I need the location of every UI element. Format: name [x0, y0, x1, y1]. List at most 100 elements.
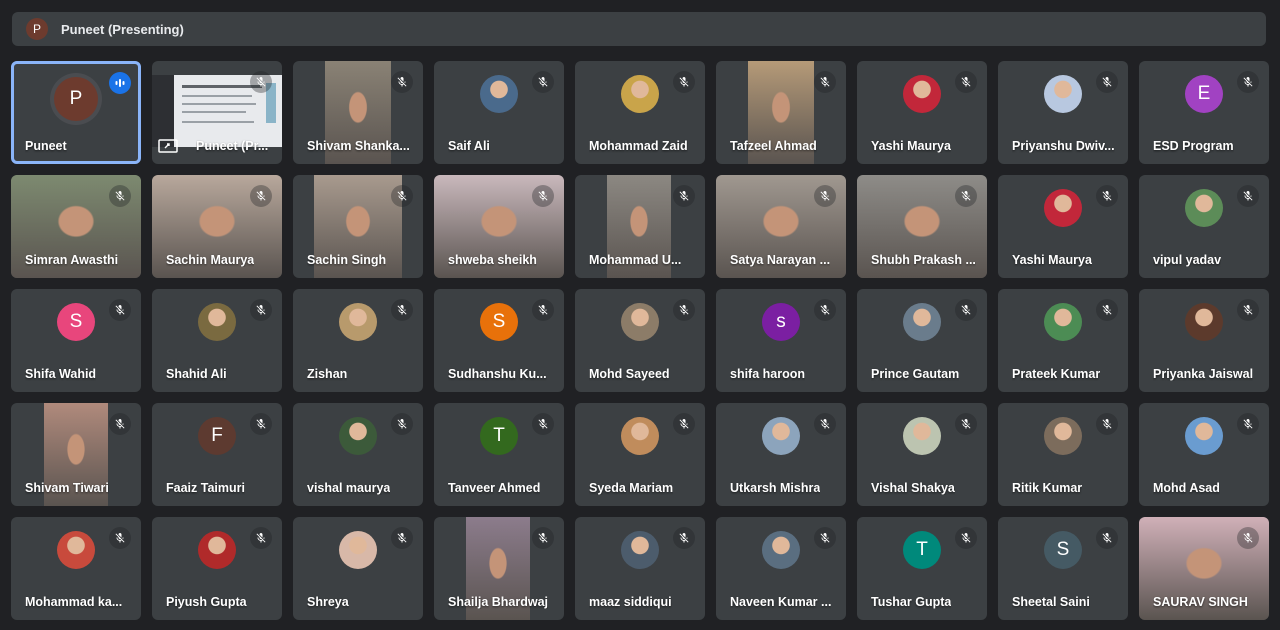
participant-tile[interactable]: S Shifa Wahid	[11, 289, 141, 392]
participant-photo	[198, 302, 236, 341]
participant-name: Yashi Maurya	[871, 139, 951, 153]
participant-tile[interactable]: Zishan	[293, 289, 423, 392]
participant-tile[interactable]: Satya Narayan ...	[716, 175, 846, 278]
participant-avatar: S	[480, 302, 518, 341]
participant-avatar: s	[762, 302, 800, 341]
participant-tile[interactable]: SAURAV SINGH	[1139, 517, 1269, 620]
mic-off-icon	[391, 185, 413, 207]
participant-tile[interactable]: Shivam Shanka...	[293, 61, 423, 164]
participant-photo	[57, 530, 95, 569]
participant-name: Zishan	[307, 367, 348, 381]
mic-off-icon	[814, 413, 836, 435]
participant-name: Shailja Bhardwaj	[448, 595, 549, 609]
participant-photo	[903, 74, 941, 113]
participant-name: shweba sheikh	[448, 253, 537, 267]
participant-name: Tafzeel Ahmad	[730, 139, 817, 153]
participant-tile[interactable]: Shahid Ali	[152, 289, 282, 392]
participant-avatar: P	[54, 77, 98, 122]
participant-tile[interactable]: Sachin Singh	[293, 175, 423, 278]
participant-name: vishal maurya	[307, 481, 391, 495]
participant-tile[interactable]: vipul yadav	[1139, 175, 1269, 278]
participant-avatar: T	[480, 416, 518, 455]
participant-tile[interactable]: Mohammad U...	[575, 175, 705, 278]
mic-off-icon	[814, 71, 836, 93]
mic-off-icon	[673, 71, 695, 93]
mic-off-icon	[532, 527, 554, 549]
participant-tile[interactable]: Shreya	[293, 517, 423, 620]
participant-tile[interactable]: Shubh Prakash ...	[857, 175, 987, 278]
participant-name: Prince Gautam	[871, 367, 960, 381]
participant-name: Naveen Kumar ...	[730, 595, 832, 609]
participant-name: Shifa Wahid	[25, 367, 97, 381]
participant-tile[interactable]: Priyanka Jaiswal	[1139, 289, 1269, 392]
mic-off-icon	[391, 71, 413, 93]
participant-tile[interactable]: s shifa haroon	[716, 289, 846, 392]
participant-name: SAURAV SINGH	[1153, 595, 1248, 609]
participant-tile[interactable]: shweba sheikh	[434, 175, 564, 278]
participant-tile[interactable]: S Sudhanshu Ku...	[434, 289, 564, 392]
participant-photo	[1044, 302, 1082, 341]
mic-off-icon	[109, 299, 131, 321]
participant-tile[interactable]: Mohd Sayeed	[575, 289, 705, 392]
participant-name: Tushar Gupta	[871, 595, 952, 609]
participant-tile[interactable]: Saif Ali	[434, 61, 564, 164]
participant-tile[interactable]: Simran Awasthi	[11, 175, 141, 278]
participant-tile[interactable]: Syeda Mariam	[575, 403, 705, 506]
presenting-title: Puneet (Presenting)	[61, 21, 184, 37]
participant-tile[interactable]: Yashi Maurya	[998, 175, 1128, 278]
participant-tile[interactable]: Tafzeel Ahmad	[716, 61, 846, 164]
participant-photo	[480, 74, 518, 113]
participant-name: Shreya	[307, 595, 349, 609]
participant-tile[interactable]: Ritik Kumar	[998, 403, 1128, 506]
mic-off-icon	[814, 185, 836, 207]
participant-photo	[621, 74, 659, 113]
participant-tile[interactable]: Mohammad ka...	[11, 517, 141, 620]
participant-tile[interactable]: Puneet (Pr...	[152, 61, 282, 164]
participant-tile[interactable]: Mohammad Zaid	[575, 61, 705, 164]
participant-name: Priyanka Jaiswal	[1153, 367, 1254, 381]
mic-off-icon	[391, 413, 413, 435]
participant-tile[interactable]: Yashi Maurya	[857, 61, 987, 164]
participant-photo	[339, 302, 377, 341]
participant-tile[interactable]: P Puneet	[11, 61, 141, 164]
participant-photo	[1044, 416, 1082, 455]
participant-tile[interactable]: Shailja Bhardwaj	[434, 517, 564, 620]
participant-tile[interactable]: Priyanshu Dwiv...	[998, 61, 1128, 164]
audio-muted-icon	[250, 71, 272, 93]
participant-tile[interactable]: Shivam Tiwari	[11, 403, 141, 506]
participant-tile[interactable]: Utkarsh Mishra	[716, 403, 846, 506]
participant-tile[interactable]: vishal maurya	[293, 403, 423, 506]
mic-off-icon	[532, 413, 554, 435]
participant-tile[interactable]: E ESD Program	[1139, 61, 1269, 164]
participant-photo	[621, 416, 659, 455]
participant-photo	[1044, 74, 1082, 113]
mic-off-icon	[391, 527, 413, 549]
participant-photo	[762, 530, 800, 569]
participant-tile[interactable]: Mohd Asad	[1139, 403, 1269, 506]
participant-tile[interactable]: T Tushar Gupta	[857, 517, 987, 620]
participant-tile[interactable]: Prince Gautam	[857, 289, 987, 392]
participant-tile[interactable]: F Faaiz Taimuri	[152, 403, 282, 506]
participant-avatar: E	[1185, 74, 1223, 113]
participant-photo	[1044, 188, 1082, 227]
participant-name: Ritik Kumar	[1012, 481, 1083, 495]
participant-tile[interactable]: Piyush Gupta	[152, 517, 282, 620]
participant-name: Sudhanshu Ku...	[448, 367, 547, 381]
participant-tile[interactable]: T Tanveer Ahmed	[434, 403, 564, 506]
participant-name: shifa haroon	[730, 367, 806, 381]
participant-name: Faaiz Taimuri	[166, 481, 245, 495]
participant-avatar: S	[1044, 530, 1082, 569]
participant-tile[interactable]: Vishal Shakya	[857, 403, 987, 506]
participant-name: Shubh Prakash ...	[871, 253, 976, 267]
mic-off-icon	[1096, 527, 1118, 549]
presenter-avatar: P	[26, 18, 48, 40]
participant-tile[interactable]: Naveen Kumar ...	[716, 517, 846, 620]
mic-off-icon	[1096, 299, 1118, 321]
participant-photo	[198, 530, 236, 569]
participant-tile[interactable]: S Sheetal Saini	[998, 517, 1128, 620]
presenting-bar[interactable]: P Puneet (Presenting)	[12, 12, 1266, 46]
participant-name: Saif Ali	[448, 139, 490, 153]
participant-tile[interactable]: maaz siddiqui	[575, 517, 705, 620]
participant-tile[interactable]: Sachin Maurya	[152, 175, 282, 278]
participant-tile[interactable]: Prateek Kumar	[998, 289, 1128, 392]
